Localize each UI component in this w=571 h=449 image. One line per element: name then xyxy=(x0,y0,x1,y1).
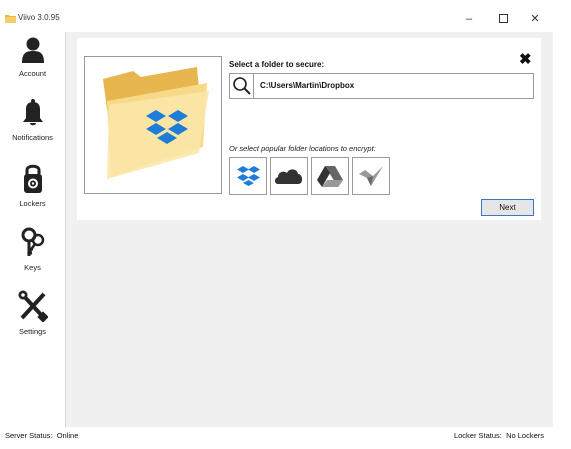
dropbox-icon xyxy=(237,166,260,186)
onedrive-location-button[interactable] xyxy=(270,157,308,195)
locker-status-label: Locker Status: xyxy=(453,431,502,440)
select-folder-heading: Select a folder to secure: xyxy=(229,60,325,69)
locker-status-value: No Lockers xyxy=(506,431,544,440)
status-bar: Server Status: Online Locker Status: No … xyxy=(0,427,553,449)
sidebar-item-label: Keys xyxy=(24,263,41,272)
folder-path-value[interactable]: C:\Users\Martin\Dropbox xyxy=(260,81,354,90)
sidebar-item-keys[interactable]: Keys xyxy=(0,226,65,272)
maximize-button[interactable] xyxy=(488,9,518,29)
bell-icon xyxy=(22,99,43,126)
close-panel-button[interactable]: ✖ xyxy=(519,50,532,68)
dropbox-location-button[interactable] xyxy=(229,157,267,195)
sidebar-item-label: Settings xyxy=(18,327,47,336)
sidebar-item-notifications[interactable]: Notifications xyxy=(0,98,65,142)
sidebar-item-lockers[interactable]: Lockers xyxy=(0,162,65,208)
server-status-value: Online xyxy=(56,431,79,440)
server-status-label: Server Status: xyxy=(5,431,53,440)
folder-path-field[interactable]: C:\Users\Martin\Dropbox xyxy=(229,73,534,99)
server-status: Server Status: Online xyxy=(5,431,78,440)
google-drive-icon xyxy=(317,166,343,187)
search-icon xyxy=(233,77,251,95)
sidebar-item-label: Notifications xyxy=(12,133,53,142)
account-icon xyxy=(21,37,44,63)
title-bar: Viivo 3.0.95 – ✕ xyxy=(0,0,553,32)
sidebar: Account Notifications Lockers Keys Setti… xyxy=(0,32,66,427)
folder-preview xyxy=(84,56,222,194)
secure-folder-panel: Select a folder to secure: ✖ C:\Users\Ma… xyxy=(77,38,541,220)
popular-locations-label: Or select popular folder locations to en… xyxy=(229,144,376,153)
sidebar-item-label: Lockers xyxy=(19,199,46,208)
sidebar-item-settings[interactable]: Settings xyxy=(0,290,65,336)
lock-icon xyxy=(23,164,42,193)
main-content: Select a folder to secure: ✖ C:\Users\Ma… xyxy=(66,32,553,427)
copy-location-button[interactable] xyxy=(352,157,390,195)
onedrive-icon xyxy=(275,169,303,184)
next-button[interactable]: Next xyxy=(481,199,534,216)
app-window: Viivo 3.0.95 – ✕ Account Notifications L… xyxy=(0,0,553,449)
copy-icon xyxy=(359,166,383,186)
google-drive-location-button[interactable] xyxy=(311,157,349,195)
keys-icon xyxy=(21,227,44,256)
locker-status: Locker Status: No Lockers xyxy=(454,431,544,440)
window-title: Viivo 3.0.95 xyxy=(18,13,60,22)
sidebar-item-account[interactable]: Account xyxy=(0,36,65,78)
close-window-button[interactable]: ✕ xyxy=(520,9,550,29)
minimize-button[interactable]: – xyxy=(454,9,484,29)
browse-search-button[interactable] xyxy=(230,74,254,98)
settings-icon xyxy=(18,290,49,323)
folder-dropbox-icon xyxy=(103,67,209,179)
app-logo-icon xyxy=(5,15,16,23)
sidebar-item-label: Account xyxy=(18,69,47,78)
